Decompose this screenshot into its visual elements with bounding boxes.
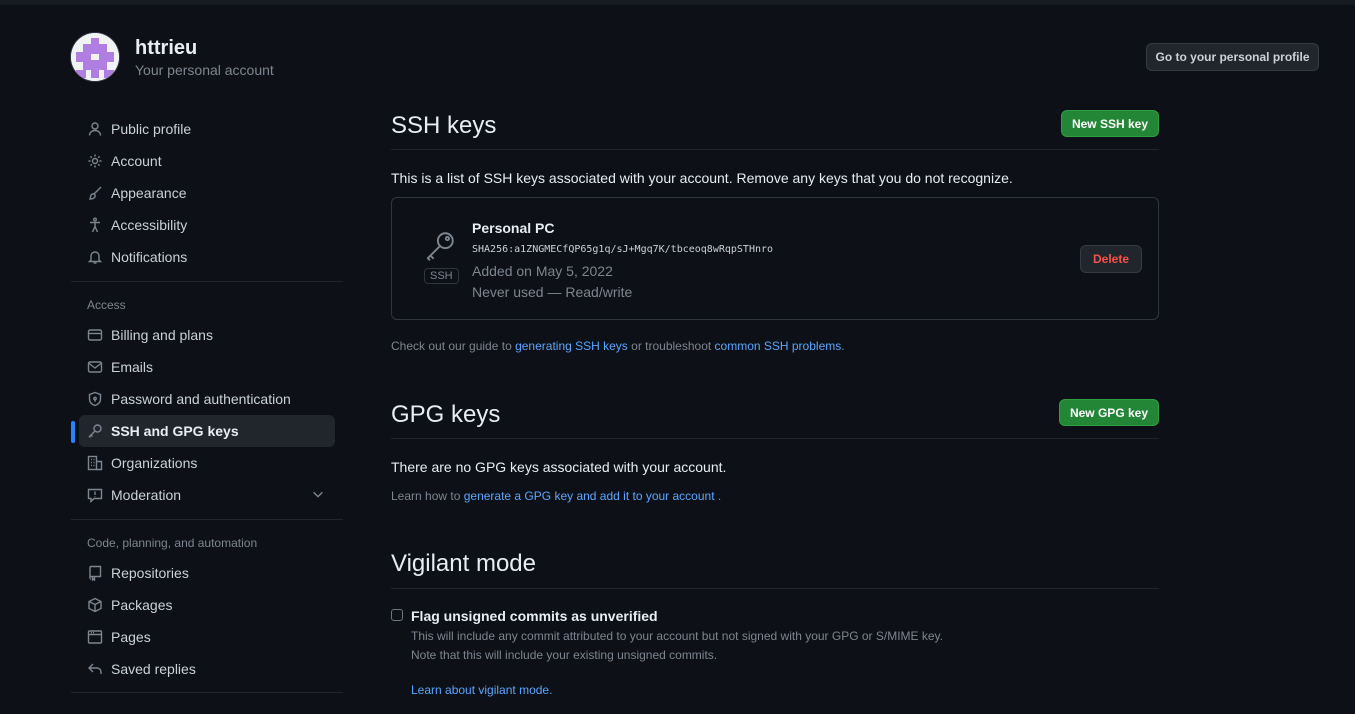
sidebar-divider [71,281,343,282]
sidebar-item-packages[interactable]: Packages [79,589,335,621]
bell-icon [87,249,103,265]
sidebar-item-account[interactable]: Account [79,145,335,177]
go-to-profile-button[interactable]: Go to your personal profile [1146,43,1319,71]
sidebar-item-password-authentication[interactable]: Password and authentication [79,383,335,415]
mail-icon [87,359,103,375]
learn-suffix: . [714,489,722,503]
ssh-keys-description: This is a list of SSH keys associated wi… [391,170,1013,186]
sidebar-item-appearance[interactable]: Appearance [79,177,335,209]
delete-ssh-key-button[interactable]: Delete [1080,245,1142,273]
new-gpg-key-button[interactable]: New GPG key [1059,399,1159,426]
sidebar-item-ssh-gpg-keys[interactable]: SSH and GPG keys [79,415,335,447]
top-bar [0,0,1355,5]
sidebar-item-billing[interactable]: Billing and plans [79,319,335,351]
sidebar-item-label: Public profile [111,121,192,137]
ssh-key-usage: Never used — Read/write [472,284,633,300]
paintbrush-icon [87,185,103,201]
sidebar-item-label: Password and authentication [111,391,291,407]
sidebar-item-label: Moderation [111,487,182,503]
key-icon [87,423,103,439]
person-icon [87,121,103,137]
new-ssh-key-button[interactable]: New SSH key [1061,110,1159,137]
guide-prefix: Check out our guide to [391,339,516,353]
generating-ssh-keys-link[interactable]: generating SSH keys [515,339,628,353]
sidebar-item-accessibility[interactable]: Accessibility [79,209,335,241]
sidebar-item-public-profile[interactable]: Public profile [79,113,335,145]
sidebar-item-label: Pages [111,629,151,645]
sidebar-item-label: SSH and GPG keys [111,423,239,439]
sidebar-item-label: Organizations [111,455,198,471]
sidebar-item-saved-replies[interactable]: Saved replies [79,653,335,685]
sidebar-heading-code: Code, planning, and automation [87,536,258,550]
sidebar-item-notifications[interactable]: Notifications [79,241,335,273]
vigilant-mode-title: Vigilant mode [391,550,536,577]
sidebar-item-label: Accessibility [111,217,188,233]
browser-icon [87,629,103,645]
avatar[interactable] [71,33,119,81]
sidebar-item-label: Notifications [111,249,188,265]
learn-vigilant-mode-link[interactable]: Learn about vigilant mode. [411,683,552,697]
guide-suffix: . [841,339,845,353]
package-icon [87,597,103,613]
sidebar-item-label: Appearance [111,185,187,201]
organization-icon [87,455,103,471]
section-divider [391,149,1159,150]
guide-middle: or troubleshoot [627,339,715,353]
sidebar-divider [71,692,343,693]
flag-unsigned-commits-label[interactable]: Flag unsigned commits as unverified [411,608,658,624]
shield-lock-icon [87,391,103,407]
sidebar-item-emails[interactable]: Emails [79,351,335,383]
ssh-guide-text: Check out our guide to generating SSH ke… [391,339,845,353]
vigilant-description-1: This will include any commit attributed … [411,629,944,643]
sidebar-item-pages[interactable]: Pages [79,621,335,653]
chevron-down-icon[interactable] [311,487,325,504]
gpg-keys-title: GPG keys [391,401,501,428]
ssh-key-added-date: Added on May 5, 2022 [472,263,613,279]
credit-card-icon [87,327,103,343]
generate-gpg-key-link[interactable]: generate a GPG key and add it to your ac… [464,489,715,503]
sidebar-item-label: Saved replies [111,661,196,677]
ssh-key-fingerprint: SHA256:a1ZNGMECfQP65g1q/sJ+Mgq7K/tbceoq8… [472,244,774,255]
sidebar-heading-access: Access [87,298,126,312]
learn-prefix: Learn how to [391,489,464,503]
section-divider [391,588,1159,589]
account-subtitle: Your personal account [135,62,274,78]
active-indicator [71,421,75,443]
sidebar-item-label: Repositories [111,565,189,581]
vigilant-description-2: Note that this will include your existin… [411,648,718,662]
common-ssh-problems-link[interactable]: common SSH problems [715,339,842,353]
reply-icon [87,661,103,677]
sidebar-item-moderation[interactable]: Moderation [79,479,335,511]
repo-icon [87,565,103,581]
key-icon [423,229,457,266]
sidebar-item-label: Account [111,153,162,169]
flag-unsigned-commits-checkbox[interactable] [391,609,403,621]
sidebar-item-label: Packages [111,597,173,613]
report-icon [87,487,103,503]
sidebar-item-repositories[interactable]: Repositories [79,557,335,589]
sidebar-item-organizations[interactable]: Organizations [79,447,335,479]
gpg-learn-text: Learn how to generate a GPG key and add … [391,489,721,503]
gpg-empty-text: There are no GPG keys associated with yo… [391,459,727,475]
section-divider [391,438,1159,439]
ssh-keys-title: SSH keys [391,112,497,139]
ssh-badge: SSH [424,268,459,284]
ssh-key-card [391,197,1159,320]
sidebar-item-label: Emails [111,359,154,375]
username[interactable]: httrieu [135,37,197,60]
gear-icon [87,153,103,169]
sidebar-item-label: Billing and plans [111,327,213,343]
ssh-key-name: Personal PC [472,220,555,236]
sidebar-divider [71,519,343,520]
accessibility-icon [87,217,103,233]
